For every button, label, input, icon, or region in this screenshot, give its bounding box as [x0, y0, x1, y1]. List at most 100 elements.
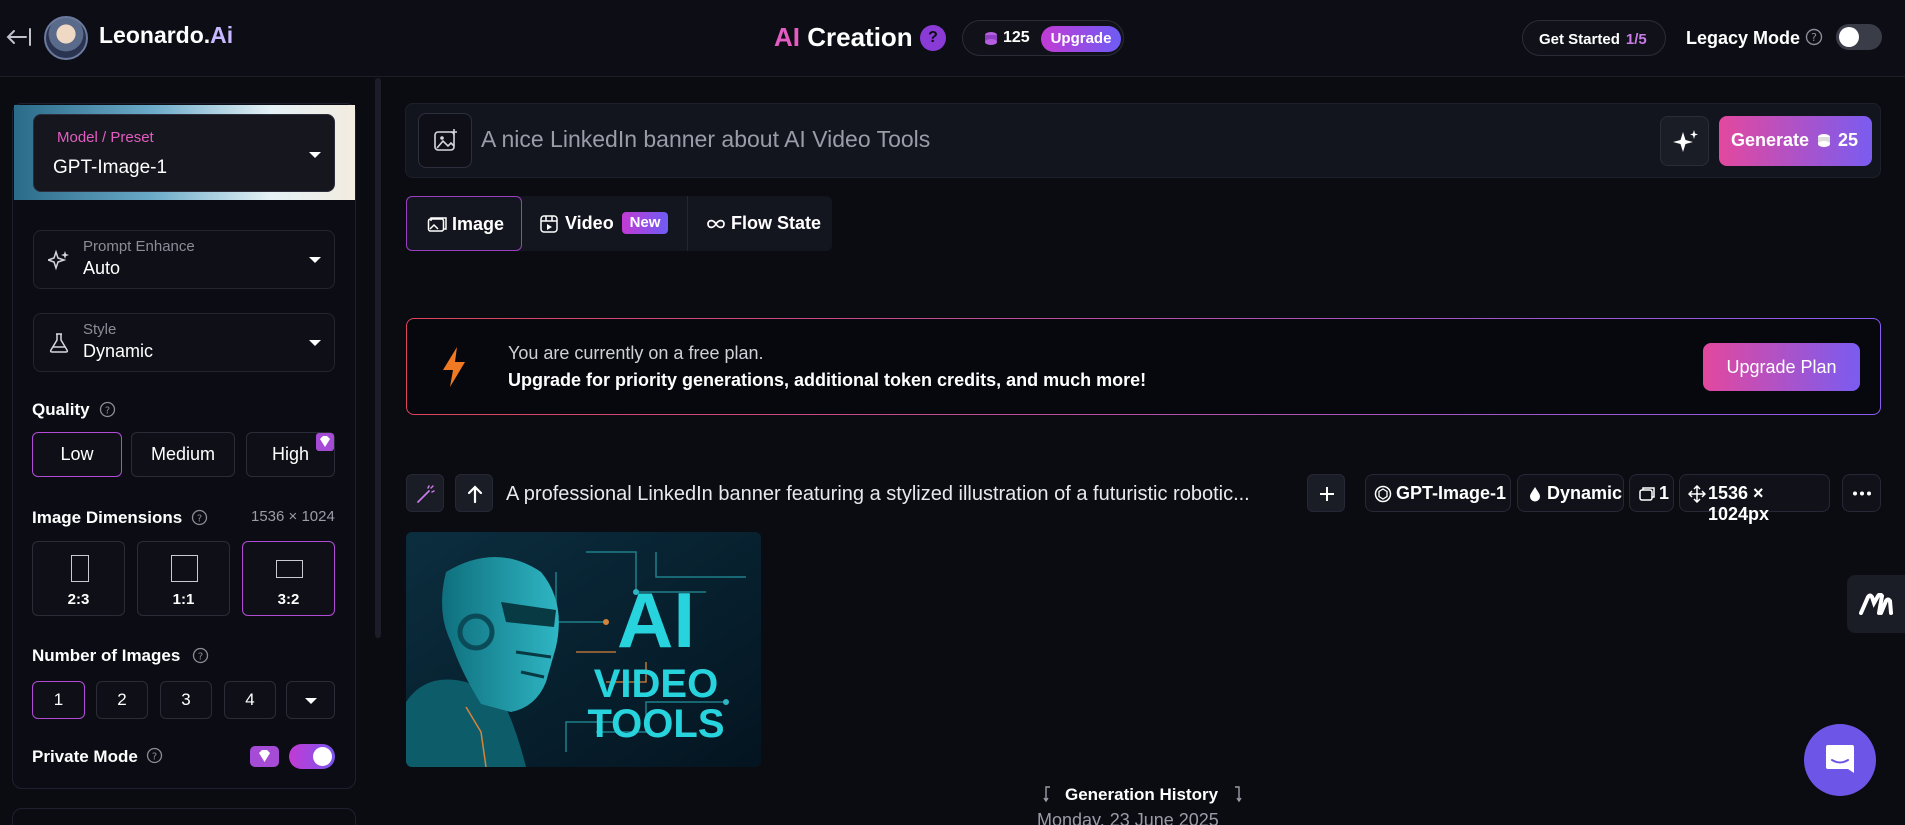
tab-flow-state[interactable]: Flow State — [688, 196, 832, 251]
drop-icon — [1530, 487, 1540, 502]
svg-text:?: ? — [198, 652, 203, 663]
help-button[interactable]: ? — [920, 25, 946, 51]
svg-text:?: ? — [105, 406, 110, 417]
prompt-enhance-select[interactable]: Prompt Enhance Auto — [33, 230, 335, 289]
ellipsis-icon — [1853, 491, 1871, 496]
sidebar-next-section — [12, 808, 356, 825]
image-icon — [427, 217, 447, 232]
prompt-enhance-label: Prompt Enhance — [83, 238, 195, 255]
style-label: Style — [83, 321, 117, 338]
image-prompt-button[interactable] — [418, 113, 472, 168]
more-options-button[interactable] — [1842, 474, 1881, 512]
infinity-icon — [707, 219, 725, 229]
reuse-prompt-button[interactable] — [455, 474, 493, 512]
generation-prompt: A professional LinkedIn banner featuring… — [506, 483, 1250, 505]
num-images-more-button[interactable] — [286, 681, 335, 719]
image-dimensions-title: Image Dimensions — [32, 508, 183, 527]
num-images-3-button[interactable]: 3 — [160, 681, 212, 719]
square-shape-icon — [171, 555, 198, 582]
get-started-button[interactable]: Get Started 1/5 — [1522, 20, 1666, 56]
generate-cost: 25 — [1838, 130, 1859, 150]
add-image-icon — [434, 129, 457, 151]
chat-support-button[interactable] — [1804, 724, 1876, 796]
arrow-up-icon — [467, 485, 483, 504]
token-icon — [984, 30, 1000, 48]
style-select[interactable]: Style Dynamic — [33, 313, 335, 372]
diamond-icon — [316, 433, 334, 451]
portrait-shape-icon — [71, 555, 89, 582]
help-circle-icon[interactable]: ? — [146, 747, 163, 764]
history-date: Monday, 23 June 2025 — [1037, 810, 1219, 825]
dimension-3-2-button[interactable]: 3:2 — [242, 541, 335, 616]
image-headline-tools: TOOLS — [587, 702, 724, 746]
image-headline-ai: AI — [617, 576, 695, 664]
help-circle-icon[interactable]: ? — [191, 509, 208, 526]
collapse-sidebar-icon[interactable] — [6, 26, 32, 48]
prompt-input[interactable]: A nice LinkedIn banner about AI Video To… — [481, 126, 930, 153]
token-count: 125 — [1003, 29, 1030, 46]
num-images-4-button[interactable]: 4 — [224, 681, 276, 719]
help-circle-icon[interactable]: ? — [99, 401, 116, 418]
size-chip: 1536 × 1024px — [1679, 474, 1830, 524]
dimension-2-3-button[interactable]: 2:3 — [32, 541, 125, 616]
avatar-logo[interactable] — [44, 16, 88, 60]
generate-button[interactable]: Generate 25 — [1719, 116, 1872, 166]
prompt-bar: A nice LinkedIn banner about AI Video To… — [405, 103, 1881, 178]
magic-wand-icon — [417, 485, 435, 503]
private-mode-label: Private Mode — [32, 747, 138, 766]
model-chip: GPT-Image-1 — [1365, 474, 1511, 512]
upgrade-button[interactable]: Upgrade — [1041, 26, 1121, 52]
chevron-down-icon — [309, 257, 321, 263]
chevron-down-icon — [309, 152, 321, 158]
chevron-down-icon — [309, 340, 321, 346]
svg-text:?: ? — [152, 752, 157, 763]
style-value: Dynamic — [83, 341, 154, 361]
quality-low-button[interactable]: Low — [32, 432, 122, 477]
mode-tabs: Image Video New Flow State — [406, 196, 832, 251]
svg-text:?: ? — [197, 514, 202, 525]
free-plan-banner: You are currently on a free plan. Upgrad… — [406, 318, 1881, 415]
free-plan-text: You are currently on a free plan. — [508, 343, 764, 363]
new-badge: New — [622, 212, 668, 234]
sparkle-icon — [1673, 130, 1698, 152]
generation-history-label: Generation History — [1065, 785, 1219, 804]
enhance-prompt-button[interactable] — [1660, 116, 1709, 166]
move-arrows-icon — [1688, 485, 1706, 503]
token-icon — [1817, 132, 1833, 150]
legacy-mode-toggle[interactable] — [1836, 24, 1882, 50]
add-button[interactable] — [1307, 474, 1345, 512]
model-preset-select[interactable]: Model / Preset GPT-Image-1 — [33, 114, 335, 192]
upgrade-benefits-text: Upgrade for priority generations, additi… — [508, 370, 1147, 390]
quality-medium-button[interactable]: Medium — [131, 432, 235, 477]
brand-m-icon — [1859, 593, 1893, 615]
chat-icon — [1826, 745, 1854, 773]
images-icon — [1639, 487, 1655, 501]
sidebar-scrollbar[interactable] — [375, 78, 381, 638]
number-of-images-title: Number of Images — [32, 646, 181, 665]
num-images-1-button[interactable]: 1 — [32, 681, 85, 719]
dimension-1-1-button[interactable]: 1:1 — [137, 541, 230, 616]
openai-icon — [1374, 485, 1392, 503]
generated-image[interactable]: AI VIDEO TOOLS — [406, 532, 761, 767]
curve-arrow-right-icon — [1235, 786, 1242, 803]
help-circle-icon[interactable]: ? — [192, 647, 209, 664]
page-title: AI Creation — [774, 22, 913, 52]
help-circle-icon[interactable]: ? — [1805, 28, 1823, 46]
tab-image[interactable]: Image — [406, 196, 522, 251]
upgrade-plan-button[interactable]: Upgrade Plan — [1703, 343, 1860, 391]
diamond-icon — [250, 746, 279, 767]
tab-video[interactable]: Video New — [522, 196, 688, 251]
sparkle-icon — [48, 249, 69, 271]
model-preset-value: GPT-Image-1 — [53, 157, 168, 178]
side-widget-button[interactable] — [1847, 575, 1905, 633]
private-mode-toggle[interactable] — [289, 744, 335, 769]
prompt-enhance-value: Auto — [83, 258, 121, 278]
image-headline-video: VIDEO — [594, 662, 718, 706]
token-balance[interactable]: 125 Upgrade — [962, 20, 1124, 56]
style-chip: Dynamic — [1517, 474, 1624, 512]
plus-icon — [1320, 487, 1334, 501]
brand-name[interactable]: Leonardo.Ai — [99, 22, 233, 49]
remix-button[interactable] — [406, 474, 444, 512]
num-images-2-button[interactable]: 2 — [96, 681, 148, 719]
flask-icon — [49, 333, 69, 353]
